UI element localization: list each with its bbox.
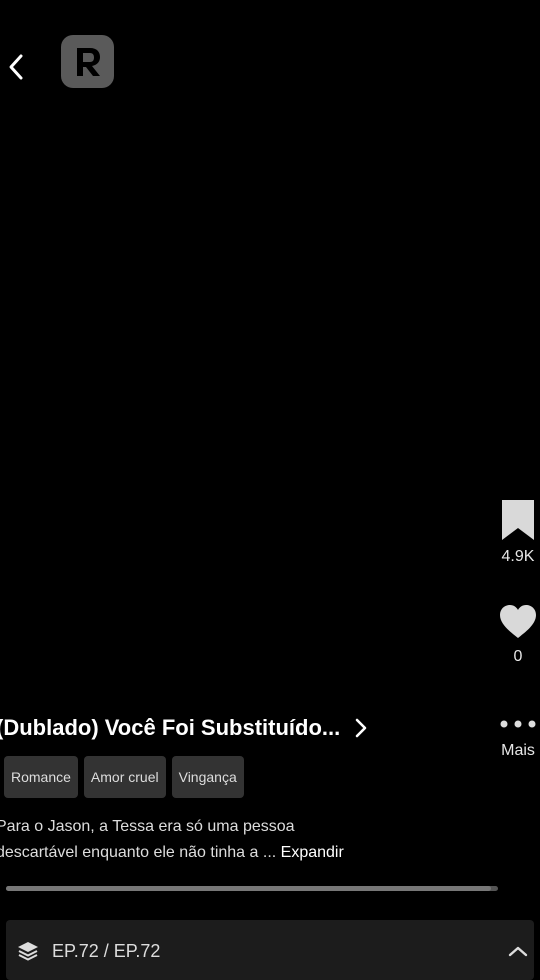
more-label: Mais xyxy=(501,742,535,759)
playback-progress-fill xyxy=(6,886,491,891)
back-button[interactable] xyxy=(4,50,28,84)
more-button[interactable]: Mais xyxy=(496,718,540,760)
chevron-right-icon xyxy=(354,718,368,738)
app-logo xyxy=(61,35,114,88)
genre-tags: Romance Amor cruel Vingança xyxy=(4,756,244,798)
more-dots-icon xyxy=(500,720,536,728)
like-button[interactable]: 0 xyxy=(496,602,540,666)
bookmark-count: 4.9K xyxy=(501,548,535,565)
bookmark-icon xyxy=(502,500,534,540)
series-title-row[interactable]: (Dublado) Você Foi Substituído... xyxy=(0,710,430,746)
bookmark-button[interactable]: 4.9K xyxy=(496,498,540,566)
tag-vinganca[interactable]: Vingança xyxy=(171,756,244,798)
like-count: 0 xyxy=(513,648,523,665)
chevron-left-icon xyxy=(9,54,23,80)
episode-selector[interactable]: EP.72 / EP.72 xyxy=(6,920,534,980)
app-logo-r-icon xyxy=(76,47,100,76)
episode-label: EP.72 / EP.72 xyxy=(52,941,161,961)
tag-romance[interactable]: Romance xyxy=(4,756,78,798)
layers-icon xyxy=(16,940,40,967)
description-line-2-text: descartável enquanto ele não tinha a ... xyxy=(0,844,281,861)
description-line-2: descartável enquanto ele não tinha a ...… xyxy=(0,840,430,866)
series-title: (Dublado) Você Foi Substituído... xyxy=(0,715,341,740)
expand-link[interactable]: Expandir xyxy=(281,844,344,861)
tag-amor-cruel[interactable]: Amor cruel xyxy=(83,756,166,798)
heart-icon xyxy=(500,605,536,638)
chevron-up-icon xyxy=(508,944,528,962)
playback-progress-bar[interactable] xyxy=(6,886,498,891)
description-line-1: Para o Jason, a Tessa era só uma pessoa xyxy=(0,818,295,835)
series-description: Para o Jason, a Tessa era só uma pessoa … xyxy=(0,814,430,866)
